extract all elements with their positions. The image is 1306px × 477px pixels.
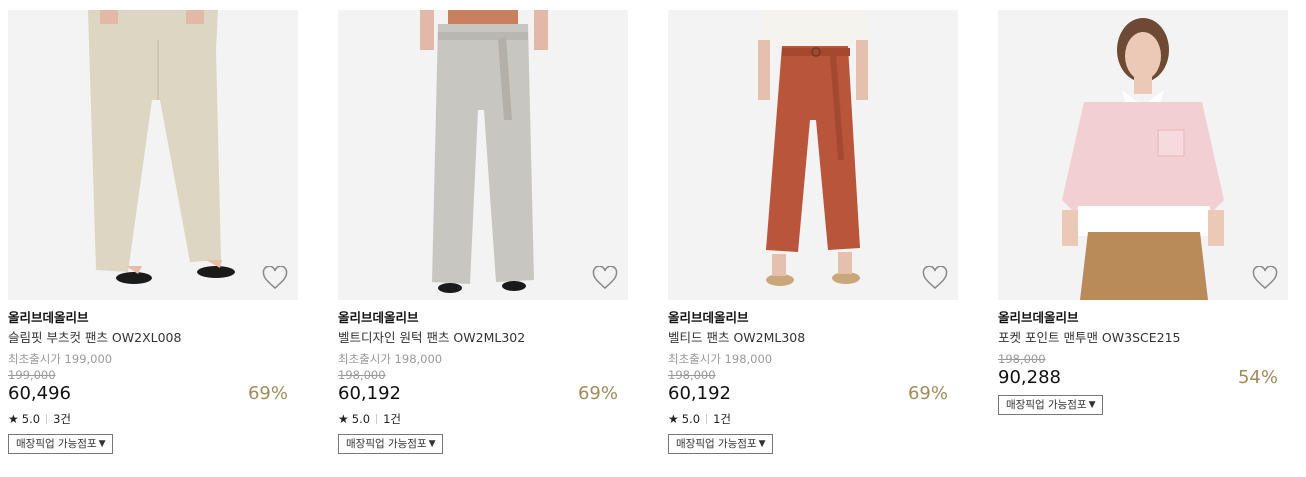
rating-value: 5.0 (21, 412, 41, 426)
store-pickup-label: 매장픽업 가능점포 (1006, 399, 1087, 411)
sale-price: 60,496 (8, 383, 71, 404)
store-pickup-label: 매장픽업 가능점포 (16, 438, 97, 450)
star-icon: ★ (338, 412, 349, 426)
rating-value: 5.0 (351, 412, 371, 426)
product-image[interactable] (338, 10, 628, 300)
sale-price: 60,192 (338, 383, 401, 404)
star-icon: ★ (8, 412, 19, 426)
price-row: 60,192 69% (668, 383, 958, 405)
store-pickup-dropdown[interactable]: 매장픽업 가능점포 ▼ (338, 434, 443, 454)
wishlist-heart-icon[interactable] (592, 266, 618, 290)
product-image[interactable] (668, 10, 958, 300)
product-card[interactable]: 올리브데올리브 벨트디자인 원턱 팬츠 OW2ML302 최초출시가 198,0… (338, 10, 628, 454)
product-photo (668, 10, 958, 300)
product-brand[interactable]: 올리브데올리브 (8, 310, 298, 326)
list-price: 199,000 (8, 368, 56, 382)
store-pickup-dropdown[interactable]: 매장픽업 가능점포 ▼ (668, 434, 773, 454)
divider (376, 414, 378, 424)
product-card[interactable]: 올리브데올리브 벨티드 팬츠 OW2ML308 최초출시가 198,000 19… (668, 10, 958, 454)
price-row: 90,288 54% (998, 367, 1288, 389)
rating-summary: ★ 5.0 1건 (668, 412, 958, 426)
product-name[interactable]: 벨트디자인 원턱 팬츠 OW2ML302 (338, 330, 628, 346)
rating-summary: ★ 5.0 3건 (8, 412, 298, 426)
store-pickup-dropdown[interactable]: 매장픽업 가능점포 ▼ (998, 395, 1103, 415)
product-image[interactable] (8, 10, 298, 300)
product-name[interactable]: 슬림핏 부츠컷 팬츠 OW2XL008 (8, 330, 298, 346)
price-row: 60,496 69% (8, 383, 298, 405)
sale-price: 90,288 (998, 367, 1061, 388)
divider (706, 414, 708, 424)
product-name[interactable]: 포켓 포인트 맨투맨 OW3SCE215 (998, 330, 1288, 346)
rating-value: 5.0 (681, 412, 701, 426)
caret-down-icon: ▼ (1088, 400, 1096, 410)
wishlist-heart-icon[interactable] (1252, 266, 1278, 290)
store-pickup-dropdown[interactable]: 매장픽업 가능점포 ▼ (8, 434, 113, 454)
star-icon: ★ (668, 412, 679, 426)
list-price: 198,000 (338, 368, 386, 382)
divider (46, 414, 48, 424)
sale-price: 60,192 (668, 383, 731, 404)
discount-rate: 69% (907, 383, 948, 404)
product-photo (338, 10, 628, 300)
product-name[interactable]: 벨티드 팬츠 OW2ML308 (668, 330, 958, 346)
product-card[interactable]: 올리브데올리브 슬림핏 부츠컷 팬츠 OW2XL008 최초출시가 199,00… (8, 10, 298, 454)
wishlist-heart-icon[interactable] (922, 266, 948, 290)
product-image[interactable] (998, 10, 1288, 300)
wishlist-heart-icon[interactable] (262, 266, 288, 290)
original-release-price: 최초출시가 198,000 (668, 352, 773, 366)
product-photo (8, 10, 298, 300)
review-count: 1건 (383, 412, 401, 426)
list-price: 198,000 (668, 368, 716, 382)
product-photo (998, 10, 1288, 300)
product-brand[interactable]: 올리브데올리브 (338, 310, 628, 326)
list-price: 198,000 (998, 352, 1046, 366)
product-brand[interactable]: 올리브데올리브 (998, 310, 1288, 326)
store-pickup-label: 매장픽업 가능점포 (346, 438, 427, 450)
review-count: 1건 (713, 412, 731, 426)
rating-summary: ★ 5.0 1건 (338, 412, 628, 426)
product-grid: 올리브데올리브 슬림핏 부츠컷 팬츠 OW2XL008 최초출시가 199,00… (0, 0, 1306, 477)
discount-rate: 69% (577, 383, 618, 404)
original-release-price: 최초출시가 198,000 (338, 352, 443, 366)
product-brand[interactable]: 올리브데올리브 (668, 310, 958, 326)
caret-down-icon: ▼ (758, 439, 766, 449)
price-row: 60,192 69% (338, 383, 628, 405)
product-card[interactable]: 올리브데올리브 포켓 포인트 맨투맨 OW3SCE215 198,000 90,… (998, 10, 1288, 415)
caret-down-icon: ▼ (98, 439, 106, 449)
original-release-price: 최초출시가 199,000 (8, 352, 113, 366)
discount-rate: 54% (1237, 367, 1278, 388)
store-pickup-label: 매장픽업 가능점포 (676, 438, 757, 450)
review-count: 3건 (53, 412, 71, 426)
caret-down-icon: ▼ (428, 439, 436, 449)
discount-rate: 69% (247, 383, 288, 404)
